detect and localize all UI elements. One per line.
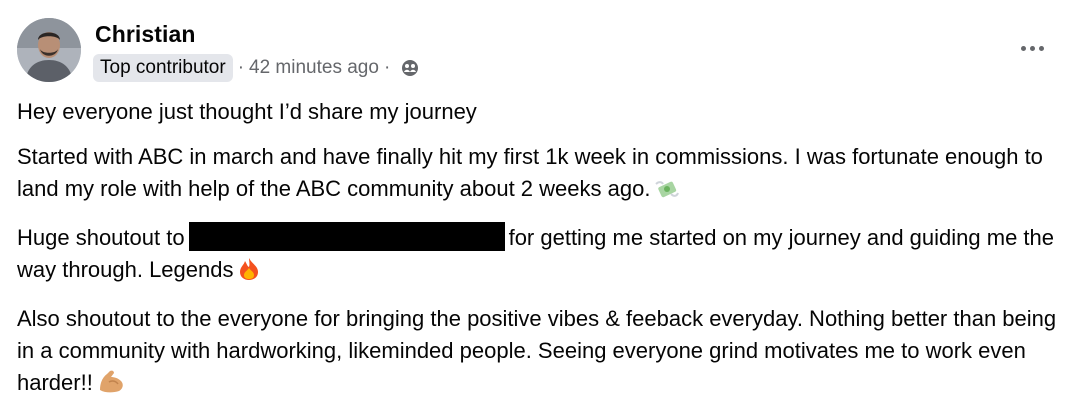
flexed-biceps-icon — [97, 368, 125, 403]
more-options-icon — [1020, 45, 1026, 51]
post-card: Christian Top contributor · 42 minutes a… — [0, 0, 1088, 414]
paragraph-text: Also shoutout to the everyone for bringi… — [17, 306, 1057, 395]
meta-separator: · — [237, 57, 245, 78]
money-with-wings-icon — [654, 177, 680, 209]
avatar-photo — [17, 18, 81, 82]
fire-icon — [238, 257, 260, 290]
post-paragraph-1: Hey everyone just thought I’d share my j… — [17, 96, 1067, 128]
post-paragraph-2: Started with ABC in march and have final… — [17, 141, 1067, 209]
avatar[interactable] — [17, 18, 81, 82]
paragraph-text: Started with ABC in march and have final… — [17, 144, 1043, 201]
redacted-name — [188, 222, 505, 251]
post-paragraph-4: Also shoutout to the everyone for bringi… — [17, 303, 1067, 403]
post-meta: Top contributor · 42 minutes ago · — [93, 51, 419, 85]
more-options-button[interactable] — [1010, 36, 1054, 60]
top-contributor-badge[interactable]: Top contributor — [93, 54, 233, 82]
author-name[interactable]: Christian — [95, 21, 196, 48]
more-options-icon-dot — [1029, 45, 1035, 51]
meta-separator: · — [383, 57, 391, 78]
group-audience-icon — [401, 59, 419, 77]
post-paragraph-3: Huge shoutout to for getting me started o… — [17, 222, 1067, 290]
post-timestamp[interactable]: 42 minutes ago — [249, 57, 379, 79]
paragraph-text: Hey everyone just thought I’d share my j… — [17, 99, 477, 124]
paragraph-text: Huge shoutout to — [17, 225, 185, 250]
more-options-icon-dot — [1038, 45, 1044, 51]
post-body: Hey everyone just thought I’d share my j… — [17, 96, 1067, 416]
